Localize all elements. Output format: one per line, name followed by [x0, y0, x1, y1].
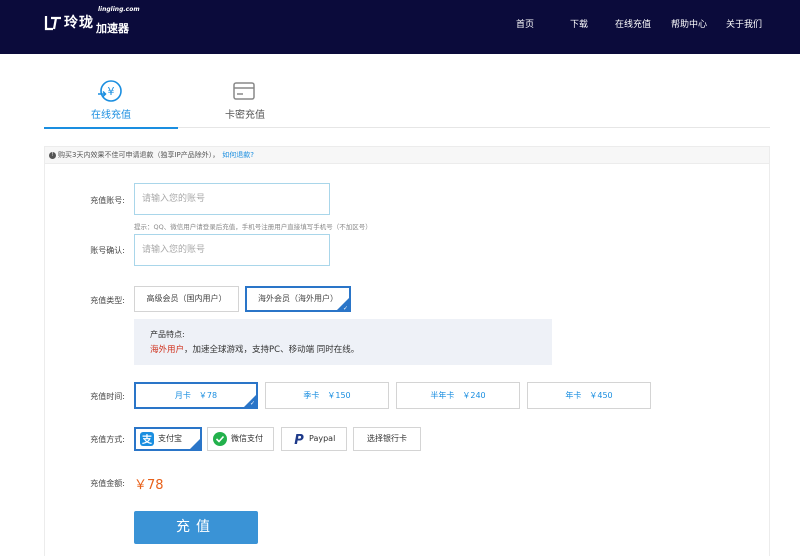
- recharge-submit-button[interactable]: 充值: [134, 511, 258, 544]
- account-hint: 提示：QQ、微信用户请登录后充值，手机号注册用户直接填写手机号（不加区号）: [134, 223, 372, 231]
- nav-item-about-us[interactable]: 关于我们: [726, 17, 762, 30]
- type-option-overseas[interactable]: 海外会员（海外用户） ✓: [245, 286, 351, 312]
- top-navbar: 玲珑 lingling.com 加速器 首页 下载 在线充值 帮助中心 关于我们: [0, 0, 800, 54]
- duration-option-year[interactable]: 年卡 ￥450: [527, 382, 651, 409]
- duration-price: ￥450: [589, 391, 613, 400]
- tab-label: 在线充值: [91, 110, 131, 121]
- payment-label-text: Paypal: [309, 434, 336, 443]
- account-label: 充值账号:: [90, 196, 125, 205]
- nav-item-download[interactable]: 下载: [570, 17, 588, 30]
- refund-notice-text: 购买3天内效果不佳可申请退款（独享IP产品除外），: [58, 151, 220, 159]
- logo-mark-icon: [44, 16, 61, 31]
- nav-item-home[interactable]: 首页: [516, 17, 534, 30]
- type-label: 充值类型:: [90, 296, 125, 305]
- duration-name: 季卡: [303, 391, 320, 400]
- amount-label: 充值金额:: [90, 479, 125, 488]
- type-option-label: 高级会员（国内用户）: [146, 294, 227, 303]
- svg-text:支: 支: [141, 433, 153, 446]
- logo[interactable]: 玲珑 lingling.com 加速器: [44, 6, 140, 35]
- check-icon: ✓: [343, 305, 349, 312]
- recharge-panel: !购买3天内效果不佳可申请退款（独享IP产品除外），如何退款? 充值账号: 提示…: [44, 146, 770, 556]
- features-title: 产品特点:: [150, 330, 185, 339]
- online-recharge-icon: ¥: [98, 80, 122, 102]
- duration-price: ￥240: [462, 391, 486, 400]
- recharge-tabs: ¥ 在线充值 卡密充值: [44, 54, 770, 129]
- refund-notice: ! 购买3天内效果不佳可申请退款（独享IP产品除外）， 如何退款?: [45, 147, 769, 164]
- features-text: ，加速全球游戏，支持PC、移动端 同时在线。: [184, 345, 360, 355]
- features-description: 海外用户，加速全球游戏，支持PC、移动端 同时在线。: [150, 343, 359, 355]
- type-option-domestic[interactable]: 高级会员（国内用户）: [134, 286, 239, 312]
- duration-name: 年卡: [565, 391, 582, 400]
- selected-corner: [190, 439, 200, 449]
- payment-option-paypal[interactable]: P Paypal: [281, 427, 347, 451]
- logo-sub-text: 加速器: [96, 22, 129, 35]
- svg-text:¥: ¥: [108, 85, 115, 98]
- logo-domain-text: lingling.com: [98, 6, 140, 13]
- logo-brand-text: 玲珑: [64, 15, 94, 31]
- payment-label-text: 微信支付: [231, 434, 263, 443]
- refund-link[interactable]: 如何退款?: [222, 151, 254, 159]
- check-icon: ✓: [249, 400, 255, 407]
- wechat-pay-icon: [213, 432, 227, 446]
- card-icon: [233, 82, 255, 100]
- nav-item-help-center[interactable]: 帮助中心: [671, 17, 707, 30]
- tab-label: 卡密充值: [225, 110, 265, 121]
- duration-price: ￥150: [327, 391, 351, 400]
- payment-label-text: 选择银行卡: [367, 434, 407, 443]
- confirm-account-input[interactable]: [134, 234, 330, 266]
- payment-label-text: 支付宝: [158, 434, 182, 443]
- features-highlight: 海外用户: [150, 345, 185, 355]
- type-option-label: 海外会员（海外用户）: [258, 294, 338, 303]
- info-icon: !: [49, 151, 56, 159]
- account-input[interactable]: [134, 183, 330, 215]
- payment-option-bank-card[interactable]: 选择银行卡: [353, 427, 421, 451]
- duration-option-half-year[interactable]: 半年卡 ￥240: [396, 382, 520, 409]
- payment-option-alipay[interactable]: 支 支付宝: [134, 427, 202, 451]
- tab-card-recharge[interactable]: 卡密充值: [178, 54, 312, 128]
- svg-text:P: P: [294, 433, 304, 446]
- alipay-icon: 支: [140, 432, 154, 446]
- confirm-label: 账号确认:: [90, 246, 125, 255]
- amount-value: ￥78: [134, 478, 164, 493]
- tab-online-recharge[interactable]: ¥ 在线充值: [44, 54, 178, 129]
- paypal-icon: P: [294, 433, 304, 446]
- payment-option-wechat[interactable]: 微信支付: [207, 427, 274, 451]
- duration-name: 半年卡: [430, 391, 455, 400]
- duration-option-month[interactable]: 月卡 ￥78 ✓: [134, 382, 258, 409]
- nav-item-online-recharge[interactable]: 在线充值: [615, 17, 651, 30]
- duration-name: 月卡: [174, 391, 191, 400]
- product-features: 产品特点: 海外用户，加速全球游戏，支持PC、移动端 同时在线。: [134, 319, 552, 365]
- time-label: 充值时间:: [90, 392, 125, 401]
- duration-price: ￥78: [198, 391, 218, 400]
- payment-label: 充值方式:: [90, 435, 125, 444]
- duration-option-quarter[interactable]: 季卡 ￥150: [265, 382, 389, 409]
